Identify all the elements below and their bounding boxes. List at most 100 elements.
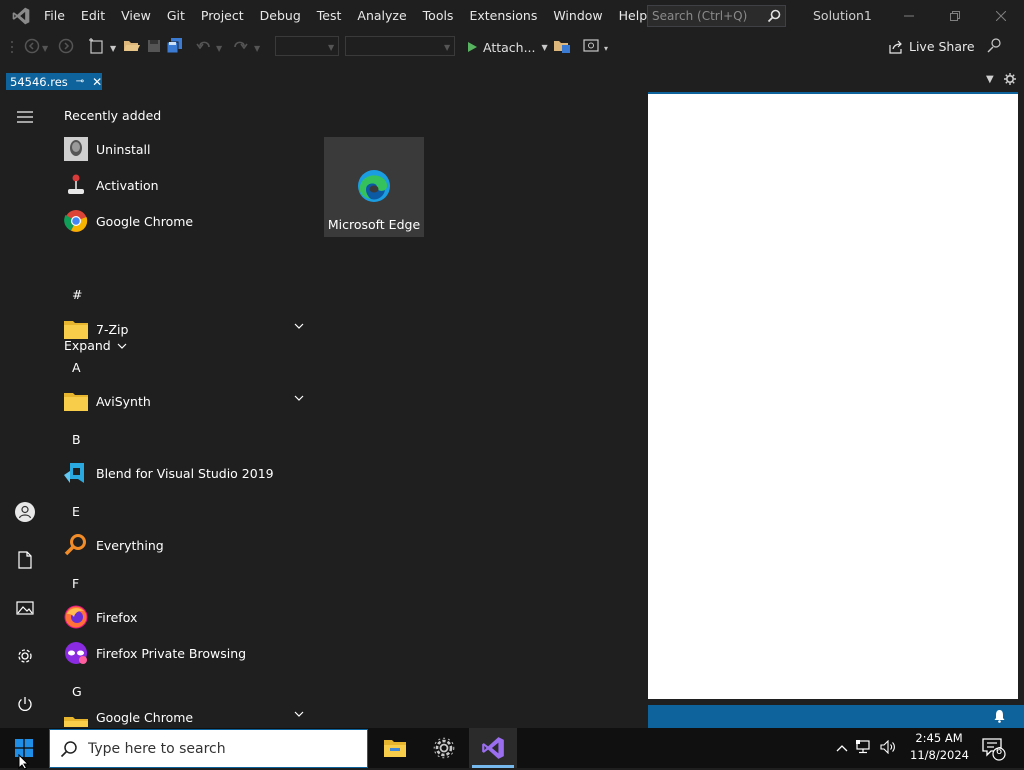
app-item-firefox[interactable]: Firefox [64,599,304,635]
redo-dropdown-icon[interactable]: ▼ [254,44,260,53]
pin-icon[interactable]: ⊸ [76,76,84,87]
app-item-everything[interactable]: Everything [64,527,304,563]
notification-count: 6 [995,746,1003,757]
microsoft-edge-tile[interactable]: Microsoft Edge [324,137,424,237]
back-dropdown-icon[interactable]: ▼ [42,44,48,53]
menu-edit[interactable]: Edit [73,0,113,32]
chrome-icon [64,209,88,233]
app-item-label: Firefox Private Browsing [96,645,247,661]
new-dropdown-icon[interactable]: ▼ [110,44,116,53]
feedback-icon[interactable] [987,37,1003,56]
folder-icon [64,389,88,413]
firefox-icon [64,605,88,629]
menu-extensions[interactable]: Extensions [461,0,545,32]
browse-folder-icon[interactable] [553,38,571,57]
menu-file[interactable]: File [36,0,73,32]
menu-tools[interactable]: Tools [415,0,462,32]
group-letter-g[interactable]: G [72,684,82,699]
menu-view[interactable]: View [113,0,159,32]
configuration-chevron-icon: ▼ [328,43,335,52]
network-icon[interactable] [856,739,872,757]
vs-search-box[interactable]: Search (Ctrl+Q) [647,5,786,27]
app-item-activation[interactable]: Activation [64,167,304,203]
save-icon[interactable] [146,38,162,57]
gear-icon[interactable] [1004,73,1016,88]
taskbar-file-explorer[interactable] [371,728,419,768]
status-bar [648,705,1024,728]
menu-window[interactable]: Window [545,0,610,32]
pictures-icon[interactable] [14,597,36,619]
group-letter-e[interactable]: E [72,504,80,519]
chevron-down-icon[interactable] [294,711,304,717]
settings-gear-icon[interactable] [14,645,36,667]
attach-dropdown-icon[interactable]: ▼ [542,43,548,52]
live-share-button[interactable]: Live Share [889,39,975,54]
app-item-7zip[interactable]: 7-Zip [64,311,304,347]
undo-icon[interactable] [196,38,212,57]
app-item-label: Uninstall [96,141,151,157]
menu-debug[interactable]: Debug [252,0,309,32]
user-account-icon[interactable] [14,501,36,523]
share-icon [889,40,902,54]
menu-analyze[interactable]: Analyze [349,0,414,32]
hamburger-icon[interactable] [14,106,36,128]
group-letter-a[interactable]: A [72,360,81,375]
folder-icon [64,317,88,341]
screenshot-tool-icon[interactable] [583,38,601,57]
app-item-avisynth[interactable]: AviSynth [64,383,304,419]
undo-dropdown-icon[interactable]: ▼ [216,44,222,53]
taskbar-search-box[interactable] [49,729,368,768]
power-icon[interactable] [14,693,36,715]
document-tab[interactable]: 54546.res ⊸ ✕ [6,73,102,90]
bell-icon[interactable] [993,709,1006,726]
tab-overflow-icon[interactable]: ▼ [986,74,994,85]
navigate-back-icon[interactable] [24,38,40,57]
app-item-firefox-private[interactable]: Firefox Private Browsing [64,635,304,671]
system-tray [836,728,896,768]
app-item-uninstall[interactable]: Uninstall [64,131,304,167]
solution-platform-combo[interactable] [345,36,455,56]
chevron-up-icon[interactable] [836,741,848,755]
joystick-icon [64,173,88,197]
app-item-blend[interactable]: Blend for Visual Studio 2019 [64,455,304,491]
chevron-down-icon[interactable] [294,323,304,329]
attach-button[interactable]: Attach... ▼ [466,38,548,56]
app-item-google-chrome-folder[interactable]: Google Chrome [64,699,304,730]
app-item-label: Google Chrome [96,213,194,229]
menu-test[interactable]: Test [309,0,350,32]
open-folder-icon[interactable] [123,38,141,57]
save-all-icon[interactable] [166,37,184,58]
restore-button[interactable] [932,0,978,32]
toolbar-grip-icon [10,40,14,57]
app-item-label: Everything [96,537,164,553]
editor-document-area[interactable] [648,92,1018,699]
edge-icon [358,170,390,202]
taskbar-settings[interactable] [420,728,468,768]
chevron-down-icon[interactable] [294,395,304,401]
menu-project[interactable]: Project [193,0,252,32]
taskbar-clock[interactable]: 2:45 AM 11/8/2024 [910,730,969,764]
group-letter-hash[interactable]: # [72,287,82,302]
toolbar-overflow-icon[interactable]: ▾ [604,44,608,53]
vs-menu-bar: File Edit View Git Project Debug Test An… [36,0,655,32]
search-icon [763,6,785,26]
clock-date: 11/8/2024 [910,748,969,762]
minimize-button[interactable] [886,0,932,32]
navigate-forward-icon[interactable] [58,38,74,57]
new-project-icon[interactable] [88,38,106,57]
close-window-button[interactable] [978,0,1024,32]
documents-icon[interactable] [14,549,36,571]
magnifier-icon [64,533,88,557]
taskbar-visual-studio[interactable] [469,728,517,768]
app-item-google-chrome-recent[interactable]: Google Chrome [64,203,304,239]
redo-icon[interactable] [232,38,248,57]
group-letter-f[interactable]: F [72,576,79,591]
action-center-button[interactable]: 6 [980,733,1010,763]
menu-git[interactable]: Git [159,0,193,32]
volume-icon[interactable] [880,739,896,757]
visual-studio-icon [482,737,504,759]
group-letter-b[interactable]: B [72,432,81,447]
taskbar-search-input[interactable] [88,740,348,757]
close-tab-icon[interactable]: ✕ [92,75,102,89]
minimize-icon [904,15,914,17]
